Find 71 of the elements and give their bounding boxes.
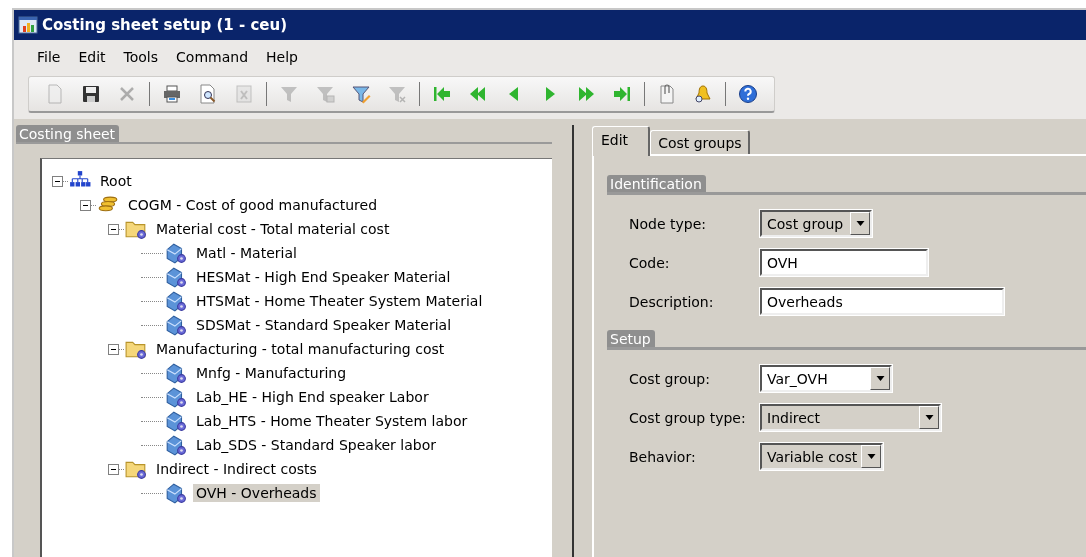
tree-item[interactable]: SDSMat - Standard Speaker Material [193,316,455,334]
tree-item[interactable]: Mnfg - Manufacturing [193,364,350,382]
dropdown-arrow-icon [866,454,876,459]
cube-gear-icon [165,242,187,264]
cube-gear-icon [165,434,187,456]
field-label: Cost group: [629,370,711,387]
collapse-toggle[interactable] [80,199,91,211]
dropdown[interactable]: Variable cost [760,443,883,470]
combo-box[interactable]: Var_OVH [760,365,892,392]
collapse-toggle[interactable] [108,463,119,475]
field-label: Code: [629,254,671,271]
bell-icon [693,84,713,104]
field-label: Behavior: [629,448,697,465]
funnel-icon [279,84,299,104]
cube-gear-icon [165,362,187,384]
tree-item[interactable]: Indirect - Indirect costs [153,460,320,478]
arrow-first-icon [432,84,452,104]
cube-gear-icon [165,266,187,288]
help-icon [738,84,758,104]
tree-item[interactable]: Lab_HTS - Home Theater System labor [193,412,471,430]
section-label: Identification [607,175,706,192]
dropdown[interactable]: Indirect [760,404,941,431]
document-icon [45,84,65,104]
tree-item[interactable]: Lab_SDS - Standard Speaker labor [193,436,439,454]
text-field[interactable]: Overheads [760,288,1004,315]
field-label: Description: [629,293,715,310]
collapse-toggle[interactable] [108,343,119,355]
dropdown-arrow-icon [875,376,885,381]
tree-item[interactable]: Lab_HE - High End speaker Labor [193,388,432,406]
menu-item[interactable]: Help [257,47,307,67]
cube-gear-icon [165,314,187,336]
double-arrow-left-icon [468,84,488,104]
dropdown-arrow-icon [855,221,865,226]
section-label: Costing sheet [16,125,120,142]
tree-item[interactable]: OVH - Overheads [193,484,320,502]
cube-gear-icon [165,386,187,408]
menu-item[interactable]: File [28,47,70,67]
dropdown-arrow-icon [924,415,934,420]
cube-gear-icon [165,482,187,504]
funnel-x-icon [387,84,407,104]
collapse-toggle[interactable] [52,175,63,187]
cube-gear-icon [165,410,187,432]
spreadsheet-icon [234,84,254,104]
paperclip-document-icon [657,84,677,104]
tree-item[interactable]: Material cost - Total material cost [153,220,393,238]
funnel-grid-icon [315,84,335,104]
tab[interactable]: Cost groups [650,130,750,154]
printer-icon [162,84,182,104]
tree-item[interactable]: HTSMat - Home Theater System Material [193,292,486,310]
tree-item[interactable]: COGM - Cost of good manufactured [125,196,381,214]
field-label: Cost group type: [629,409,747,426]
menu-item[interactable]: Edit [69,47,115,67]
tab[interactable]: Edit [592,126,651,156]
dropdown[interactable]: Cost group [760,210,872,237]
section-label: Setup [607,330,655,347]
tree-item[interactable]: Root [97,172,135,190]
collapse-toggle[interactable] [108,223,119,235]
tree-item[interactable]: HESMat - High End Speaker Material [193,268,454,286]
chart-window-icon [18,15,38,35]
field-label: Node type: [629,215,707,232]
tree-item[interactable]: Matl - Material [193,244,300,262]
menu-item[interactable]: Tools [114,47,168,67]
double-arrow-right-icon [576,84,596,104]
window-title: Costing sheet setup (1 - ceu) [42,16,287,34]
arrow-last-icon [612,84,632,104]
cube-gear-icon [165,290,187,312]
funnel-pencil-icon [351,84,371,104]
tree-item[interactable]: Manufacturing - total manufacturing cost [153,340,448,358]
text-field[interactable]: OVH [760,249,928,276]
magnifier-page-icon [198,84,218,104]
menu-item[interactable]: Command [167,47,258,67]
